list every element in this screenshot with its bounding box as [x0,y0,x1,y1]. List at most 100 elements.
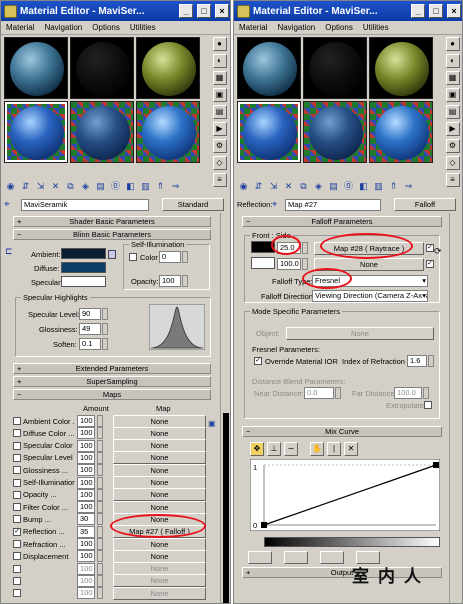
make-preview-icon[interactable]: ▶ [212,122,227,136]
soften-spinner[interactable] [102,338,108,350]
ior-spinner[interactable] [428,355,434,367]
falloff-direction-dropdown[interactable]: Viewing Direction (Camera Z-Axis) ▾ [312,290,428,302]
side-map-checkbox[interactable]: ✓ [426,260,434,268]
map-amount-field[interactable]: 100 [77,562,95,575]
far-distance-spinner[interactable] [423,387,429,399]
menu-navigation[interactable]: Navigation [277,23,315,32]
menu-material[interactable]: Material [6,23,34,32]
sample-slot[interactable] [369,101,433,163]
maximize-button[interactable]: □ [197,4,211,18]
map-amount-spinner[interactable] [97,427,103,440]
uv-tiling-icon[interactable]: ▣ [212,88,227,102]
map-amount-field[interactable]: 35 [77,525,95,538]
pan-icon[interactable]: ✋ [310,442,324,456]
map-amount-spinner[interactable] [97,550,103,563]
map-slot-button[interactable]: None [113,574,206,588]
map-enable-checkbox[interactable] [13,466,21,475]
sample-slot[interactable] [237,37,301,99]
map-enable-checkbox[interactable] [13,589,21,598]
title-bar[interactable]: Material Editor - MaviSer... _ □ × [1,1,230,21]
map-enable-checkbox[interactable] [13,417,21,425]
go-forward-icon[interactable]: ⇒ [169,180,182,193]
select-by-material-icon[interactable]: ◇ [445,156,460,170]
near-distance-value[interactable]: 0.0 [304,387,334,399]
scale-point-icon[interactable]: ⊥ [267,442,281,456]
spec-level-value[interactable]: 90 [79,308,101,320]
menu-navigation[interactable]: Navigation [44,23,82,32]
background-icon[interactable]: ▦ [445,71,460,85]
minimize-button[interactable]: _ [411,4,425,18]
put-to-scene-icon[interactable]: ⇵ [252,180,265,193]
map-amount-spinner[interactable] [97,587,103,600]
scrollbar-thumb[interactable] [223,413,229,603]
show-end-result-icon[interactable]: ▥ [139,180,152,193]
assign-to-selection-icon[interactable]: ⇲ [34,180,47,193]
go-to-parent-icon[interactable]: ⇑ [387,180,400,193]
map-navigator-icon[interactable]: ≡ [445,173,460,187]
map-enable-checkbox[interactable] [13,564,21,573]
map-enable-checkbox[interactable] [13,515,21,524]
ambient-swatch[interactable] [61,248,106,259]
ramp-spinner-button[interactable] [320,551,344,564]
map-slot-button[interactable]: None [113,426,206,440]
map-amount-field[interactable]: 30 [77,513,95,526]
soften-value[interactable]: 0.1 [79,338,101,350]
menu-utilities[interactable]: Utilities [363,23,389,32]
show-map-icon[interactable]: ◧ [357,180,370,193]
self-illum-spinner[interactable] [182,251,188,263]
ramp-spinner-button[interactable] [284,551,308,564]
map-name-field[interactable]: Map #27 [285,198,381,211]
map-amount-field[interactable]: 100 [77,587,95,600]
sample-slot[interactable] [369,37,433,99]
self-illum-value[interactable]: 0 [159,251,181,263]
title-bar[interactable]: Material Editor - MaviSer... _ □ × [234,1,462,21]
sample-slot[interactable] [70,101,134,163]
select-by-material-icon[interactable]: ◇ [212,156,227,170]
sample-slot[interactable] [303,37,367,99]
map-amount-spinner[interactable] [97,538,103,550]
spec-level-spinner[interactable] [102,308,108,320]
sample-type-icon[interactable]: ● [445,37,460,51]
side-color-swatch[interactable] [251,257,275,269]
make-copy-icon[interactable]: ⧉ [297,180,310,193]
object-pick-button[interactable]: None [286,327,434,340]
map-slot-button[interactable]: None [113,562,206,576]
get-material-icon[interactable]: ◉ [237,180,250,193]
map-amount-field[interactable]: 100 [77,574,95,587]
close-button[interactable]: × [447,4,461,18]
map-enable-checkbox[interactable] [13,576,21,585]
map-enable-checkbox[interactable] [13,490,21,499]
map-enable-checkbox[interactable]: ✓ [13,527,21,536]
side-amount-field[interactable]: 100.0 [277,258,301,270]
pick-map-icon[interactable]: ⌖ [272,199,282,210]
map-amount-spinner[interactable] [97,501,103,514]
map-amount-spinner[interactable] [97,451,103,464]
color-lock-icon[interactable]: ⊏ [5,246,13,257]
material-name-field[interactable]: MaviSeramik [21,198,149,211]
front-map-checkbox[interactable]: ✓ [426,244,434,252]
map-type-button[interactable]: Falloff [394,198,456,211]
map-slot-button[interactable]: None [113,451,206,465]
map-enable-checkbox[interactable] [13,503,21,512]
map-slot-button[interactable]: None [113,463,206,477]
map-slot-button[interactable]: None [113,488,206,502]
panel-scrollbar[interactable] [449,213,462,603]
get-material-icon[interactable]: ◉ [4,180,17,193]
make-copy-icon[interactable]: ⧉ [64,180,77,193]
pick-material-icon[interactable]: ⌖ [4,199,18,210]
specular-swatch[interactable] [61,276,106,287]
swap-colors-icon[interactable]: ⟳ [434,246,442,257]
rollout-shader-basic[interactable]: + Shader Basic Parameters [13,216,211,227]
map-amount-spinner[interactable] [97,525,103,538]
rollout-maps[interactable]: − Maps [13,389,211,400]
move-point-icon[interactable]: ✥ [250,442,264,456]
map-amount-field[interactable]: 100 [77,451,95,464]
uv-tiling-icon[interactable]: ▣ [445,88,460,102]
put-to-scene-icon[interactable]: ⇵ [19,180,32,193]
options-icon[interactable]: ⚙ [212,139,227,153]
override-ior-checkbox[interactable]: ✓ [254,357,262,365]
lock-icon[interactable] [108,250,116,259]
diffuse-swatch[interactable] [61,262,106,273]
put-to-library-icon[interactable]: ▤ [94,180,107,193]
map-amount-field[interactable]: 100 [77,488,95,501]
